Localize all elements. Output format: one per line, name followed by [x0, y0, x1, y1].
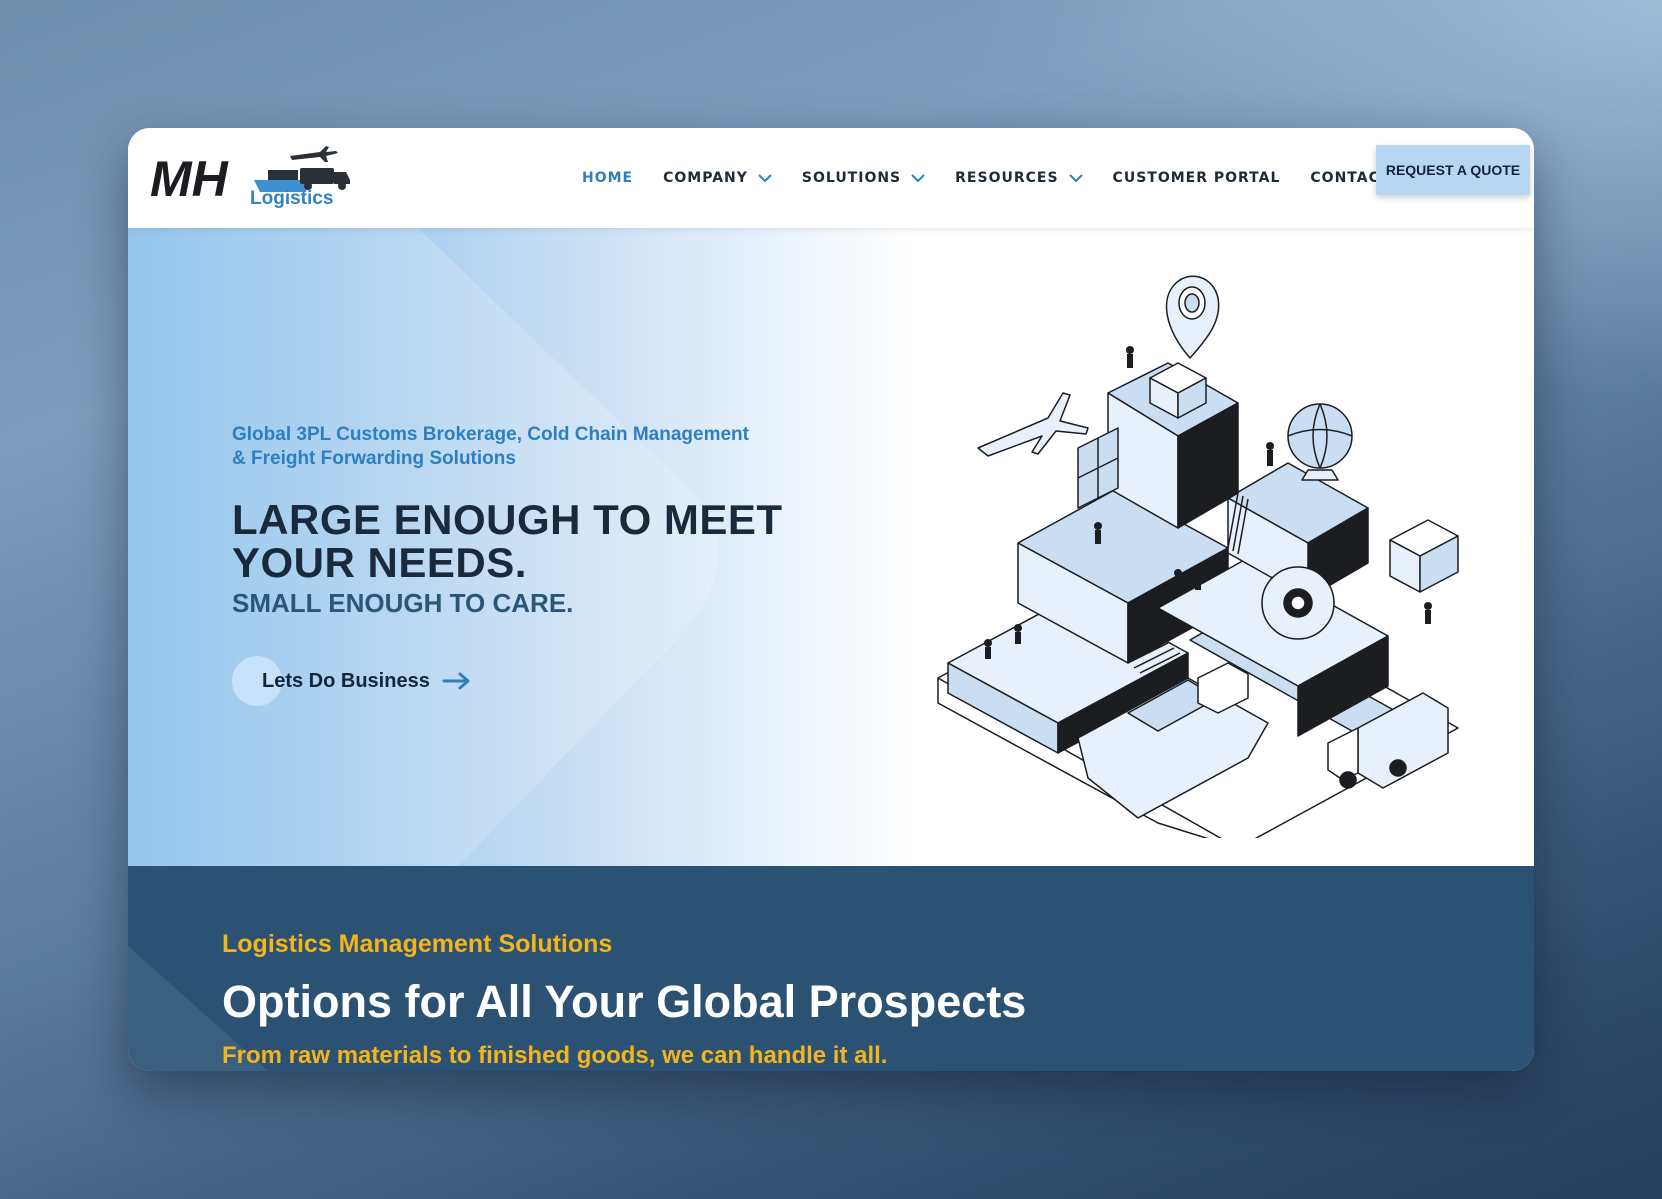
chevron-down-icon	[911, 174, 925, 183]
nav-item-label: RESOURCES	[955, 170, 1059, 186]
nav-item-resources[interactable]: RESOURCES	[955, 170, 1083, 186]
truck-icon	[300, 168, 350, 190]
hero-tagline: Global 3PL Customs Brokerage, Cold Chain…	[232, 423, 792, 471]
nav-item-label: HOME	[582, 170, 634, 186]
nav-item-company[interactable]: COMPANY	[663, 170, 772, 186]
svg-text:Logistics: Logistics	[250, 188, 333, 209]
nav-item-solutions[interactable]: SOLUTIONS	[802, 170, 925, 186]
nav-item-label: SOLUTIONS	[801, 170, 902, 186]
site-header: MH Logistics HOME COMPANY SOLUTIONS RESO…	[128, 128, 1534, 228]
solutions-section: Logistics Management Solutions Options f…	[128, 866, 1534, 1071]
airplane-icon	[290, 146, 338, 162]
nav-item-label: CUSTOMER PORTAL	[1112, 170, 1281, 186]
company-logo[interactable]: MH Logistics	[150, 140, 356, 218]
hero-headline-line: YOUR NEEDS.	[232, 539, 527, 586]
hero-headline: LARGE ENOUGH TO MEET YOUR NEEDS.	[232, 498, 792, 584]
browser-window: MH Logistics HOME COMPANY SOLUTIONS RESO…	[128, 128, 1534, 1071]
nav-item-label: COMPANY	[663, 170, 748, 186]
arrow-right-icon	[442, 672, 470, 690]
nav-item-home[interactable]: HOME	[582, 170, 633, 186]
hero-section: Global 3PL Customs Brokerage, Cold Chain…	[128, 228, 1534, 866]
main-nav: HOME COMPANY SOLUTIONS RESOURCES CUSTOME…	[582, 158, 1450, 198]
request-quote-button[interactable]: REQUEST A QUOTE	[1376, 145, 1530, 195]
svg-text:MH: MH	[150, 151, 229, 207]
hero-headline-line: LARGE ENOUGH TO MEET	[232, 496, 783, 543]
lets-do-business-button[interactable]: Lets Do Business	[232, 656, 472, 706]
section-eyebrow: Logistics Management Solutions	[222, 930, 613, 958]
chevron-down-icon	[758, 174, 772, 183]
chevron-down-icon	[1068, 174, 1083, 183]
hero-tagline-line: & Freight Forwarding Solutions	[232, 448, 516, 469]
hero-tagline-line: Global 3PL Customs Brokerage, Cold Chain…	[232, 424, 749, 445]
section-decorative-shape	[128, 946, 268, 1071]
hero-subheadline: SMALL ENOUGH TO CARE.	[232, 588, 574, 618]
cta-label: Lets Do Business	[262, 669, 430, 692]
nav-item-customer-portal[interactable]: CUSTOMER PORTAL	[1113, 170, 1281, 186]
isometric-logistics-illustration	[937, 275, 1459, 838]
section-subtitle: From raw materials to finished goods, we…	[222, 1042, 888, 1069]
section-title: Options for All Your Global Prospects	[222, 976, 1027, 1027]
